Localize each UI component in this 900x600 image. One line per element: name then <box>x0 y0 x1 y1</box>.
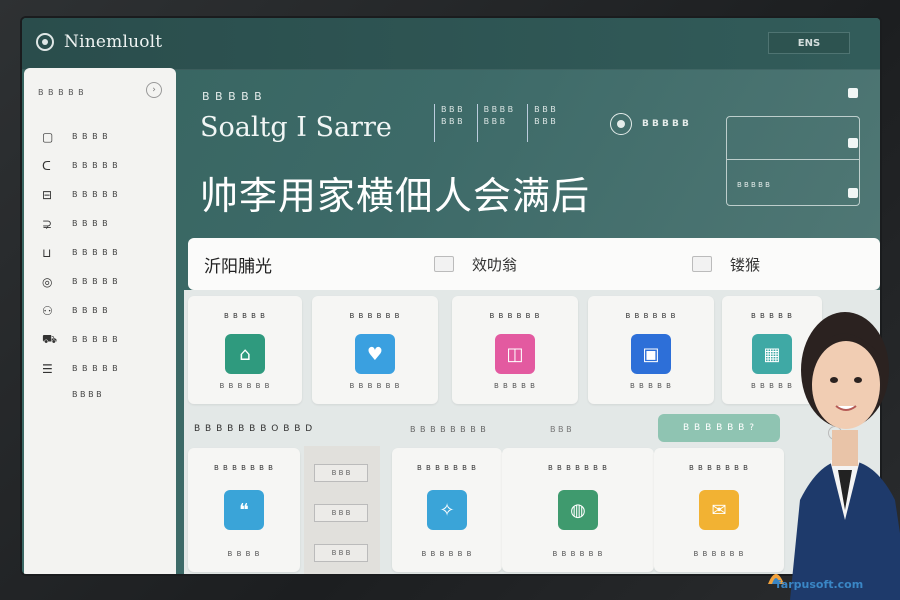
c-icon: ᑕ <box>42 158 51 173</box>
hero-title: 帅李用家横佃人会满后 <box>200 174 591 218</box>
sidebar-item[interactable]: ⚇ B B B B <box>42 296 172 325</box>
doc-icon <box>692 256 712 272</box>
watermark: farpusoft.com <box>776 578 864 591</box>
app-card[interactable]: B B B B B B ▣ B B B B B <box>588 296 714 404</box>
stat-item: B B B B B B <box>434 104 463 142</box>
panel-label: B B B B B <box>737 181 770 189</box>
sidebar-item[interactable]: ▢ B B B B <box>42 122 172 151</box>
sidebar-item[interactable]: ⊟ B B B B B <box>42 180 172 209</box>
hero-subtitle: Soaltg I Sarre <box>200 112 392 143</box>
row-middle-label: B B B B B B B B <box>410 424 487 434</box>
dot-icon[interactable] <box>848 88 858 98</box>
chart-icon: ⊔ <box>42 245 52 260</box>
dot-icon[interactable] <box>848 188 858 198</box>
sidebar-list: ▢ B B B B ᑕB B B B B ⊟ B B B B B ⊋ B B B B … <box>42 122 172 405</box>
car-icon: ⛟ <box>42 331 58 346</box>
app-window: Ninemluolt ENS B B B B B › ▢ B B B B ᑕB B… <box>22 18 880 574</box>
filter-right[interactable]: 镂猴 <box>692 254 760 275</box>
dot-icon[interactable] <box>848 138 858 148</box>
app-card[interactable]: B B B B B B B ❝ B B B B <box>188 448 300 572</box>
lamp-icon: ✧ <box>427 490 467 530</box>
hero-eyebrow: B B B B B <box>202 90 263 103</box>
row-right-label: B B B <box>550 424 572 434</box>
sidebar-item[interactable]: ☰ B B B B B <box>42 354 172 383</box>
sidebar-extra[interactable]: B B B B <box>72 383 172 405</box>
cta-button[interactable]: B B B B B B ? <box>658 414 780 442</box>
brand[interactable]: Ninemluolt <box>36 32 162 52</box>
radio-icon <box>610 113 632 135</box>
top-bar: Ninemluolt ENS <box>22 18 880 70</box>
info-panel: B B B B B <box>726 116 860 206</box>
chat-icon: ⊋ <box>42 216 53 231</box>
logo-icon <box>36 33 54 51</box>
home-icon: ⌂ <box>225 334 265 374</box>
photo-icon: ▣ <box>631 334 671 374</box>
filter-title[interactable]: 沂阳脯光 <box>204 252 272 277</box>
row-left-label: B B B B B B B O B B D <box>194 424 314 434</box>
stat-item: B B B B B B <box>527 104 556 142</box>
sidebar-item[interactable]: ⊔ B B B B B <box>42 238 172 267</box>
bag-icon: ◫ <box>495 334 535 374</box>
app-card[interactable]: B B B B B ⌂ B B B B B B <box>188 296 302 404</box>
list-icon: ☰ <box>42 361 53 376</box>
hero-toggle-label: B B B B B <box>642 119 689 129</box>
panel-button[interactable]: B B B <box>314 504 368 522</box>
box-icon: ▢ <box>42 129 54 144</box>
sidebar-header: B B B B B <box>38 88 85 97</box>
monitor-icon: ⊟ <box>42 187 53 202</box>
presenter-photo <box>790 312 900 600</box>
filter-bar: 沂阳脯光 效叻翁 镂猴 <box>188 238 880 290</box>
spiral-icon: ◍ <box>558 490 598 530</box>
sidebar-item[interactable]: ⛟ B B B B B <box>42 325 172 354</box>
globe-icon: ◎ <box>42 274 53 289</box>
mail-icon <box>434 256 454 272</box>
placeholder-panel: B B B B B B B B B <box>304 446 380 574</box>
hero-stats: B B B B B B B B B B B B B B B B B B B <box>434 104 556 142</box>
panel-controls <box>848 88 858 198</box>
panel-button[interactable]: B B B <box>314 544 368 562</box>
speech-icon: ❝ <box>224 490 264 530</box>
hero-toggle[interactable]: B B B B B <box>610 113 689 135</box>
chevron-circle-icon[interactable]: › <box>146 82 162 98</box>
app-card[interactable]: B B B B B B B ✧ B B B B B B <box>392 448 502 572</box>
people-icon: ⚇ <box>42 303 53 318</box>
divider <box>727 159 859 160</box>
app-name: Ninemluolt <box>64 32 163 52</box>
mail-icon: ✉ <box>699 490 739 530</box>
stat-item: B B B B B B B <box>476 104 513 142</box>
top-action-button[interactable]: ENS <box>768 32 850 54</box>
sidebar-item[interactable]: ⊋ B B B B <box>42 209 172 238</box>
app-card[interactable]: B B B B B B B ✉ B B B B B B <box>654 448 784 572</box>
sidebar-item[interactable]: ᑕB B B B B <box>42 151 172 180</box>
sidebar-item[interactable]: ◎ B B B B B <box>42 267 172 296</box>
app-card[interactable]: B B B B B B ♥ B B B B B B <box>312 296 438 404</box>
filter-middle[interactable]: 效叻翁 <box>434 254 517 275</box>
panel-button[interactable]: B B B <box>314 464 368 482</box>
heart-image-icon: ♥ <box>355 334 395 374</box>
app-card[interactable]: B B B B B B ◫ B B B B B <box>452 296 578 404</box>
app-card[interactable]: B B B B B B B ◍ B B B B B B <box>502 448 654 572</box>
sidebar: B B B B B › ▢ B B B B ᑕB B B B B ⊟ B B B B… <box>24 68 176 574</box>
